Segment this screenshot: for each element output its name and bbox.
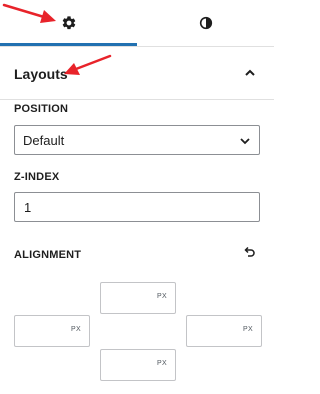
chevron-down-icon bbox=[240, 138, 250, 145]
alignment-top-input[interactable]: PX bbox=[100, 282, 176, 314]
right-unit-label: PX bbox=[243, 326, 253, 333]
active-tab-indicator bbox=[0, 43, 137, 46]
alignment-bottom-input[interactable]: PX bbox=[100, 349, 176, 381]
zindex-input-value: 1 bbox=[24, 200, 32, 215]
tab-settings[interactable] bbox=[0, 0, 137, 46]
undo-icon[interactable] bbox=[242, 246, 256, 260]
top-unit-label: PX bbox=[157, 293, 167, 300]
left-unit-label: PX bbox=[71, 326, 81, 333]
inspector-tabs bbox=[0, 0, 274, 47]
position-label: POSITION bbox=[14, 103, 69, 115]
tab-styles[interactable] bbox=[137, 0, 274, 46]
position-select-value: Default bbox=[23, 133, 65, 148]
gear-icon bbox=[62, 16, 75, 30]
contrast-icon bbox=[199, 16, 212, 30]
alignment-label: ALIGNMENT bbox=[14, 249, 82, 261]
alignment-right-input[interactable]: PX bbox=[186, 315, 262, 347]
panel-title: Layouts bbox=[14, 66, 68, 82]
layouts-panel-header[interactable]: Layouts bbox=[0, 47, 274, 100]
zindex-label: Z-INDEX bbox=[14, 171, 60, 183]
bottom-unit-label: PX bbox=[157, 360, 167, 367]
alignment-left-input[interactable]: PX bbox=[14, 315, 90, 347]
zindex-input[interactable]: 1 bbox=[14, 192, 260, 222]
position-select[interactable]: Default bbox=[14, 125, 260, 155]
chevron-up-icon[interactable] bbox=[244, 68, 256, 78]
